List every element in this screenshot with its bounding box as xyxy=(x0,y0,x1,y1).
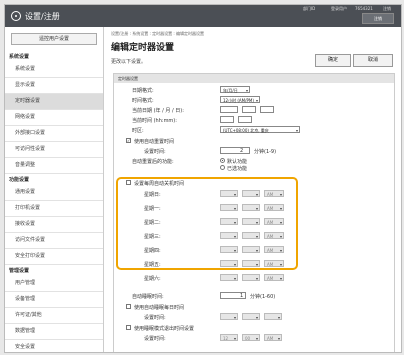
sidebar-item-volume[interactable]: 音量调整 xyxy=(5,158,103,174)
date-format-label: 日期格式: xyxy=(132,88,154,94)
time-format-select[interactable]: 12小时 (AM/PM) xyxy=(220,96,260,104)
weekday-minute-select[interactable] xyxy=(242,274,260,282)
sidebar-item-common[interactable]: 通用设置 xyxy=(5,185,103,201)
sidebar-section-title: 功能设置 xyxy=(9,177,30,183)
breadcrumb: 设置/注册 : 系统设置 : 定时器设置 : 编辑定时器设置 xyxy=(111,31,205,36)
time-format-label: 时间格式: xyxy=(132,98,154,104)
mode-time-label: 设置时间: xyxy=(144,336,166,342)
year-input[interactable] xyxy=(220,106,238,113)
mode-minute-select[interactable]: 00 xyxy=(242,334,260,342)
ok-button[interactable]: 确定 xyxy=(315,54,351,67)
sidebar-item-network[interactable]: 网络设置 xyxy=(5,110,103,126)
hour-input[interactable] xyxy=(220,116,234,123)
day-input[interactable] xyxy=(260,106,274,113)
daily-sleep-checkbox[interactable] xyxy=(126,304,131,309)
logout-text: 注销 xyxy=(383,6,391,11)
reset-time-value: 2 xyxy=(240,148,244,154)
sidebar-item-license[interactable]: 许可证/其他 xyxy=(5,308,103,324)
remote-user-settings-button[interactable]: 遥控用户设置 xyxy=(11,33,97,45)
sidebar: 遥控用户设置 系统设置 系统设置 显示设置 定时器设置 网络设置 外部接口设置 … xyxy=(5,27,104,352)
login-user-label: 登录用户 xyxy=(331,6,347,11)
sidebar-item-data-mgmt[interactable]: 数据管理 xyxy=(5,324,103,340)
reset-time-input[interactable] xyxy=(220,147,250,154)
weekday-ampm-select[interactable]: AM xyxy=(264,274,284,282)
reset-time-unit: 分钟(1-9) xyxy=(254,149,277,155)
timezone-label: 时区: xyxy=(132,128,144,134)
sidebar-section-title: 系统设置 xyxy=(9,54,30,60)
daily-minute-select[interactable] xyxy=(242,313,260,321)
auto-sleep-label: 自动睡眠时间: xyxy=(132,294,164,300)
date-format-select[interactable]: 年/月/日 xyxy=(220,86,250,94)
sidebar-item-user-mgmt[interactable]: 用户管理 xyxy=(5,276,103,292)
user-id: 7654321 xyxy=(355,6,373,11)
auto-sleep-value: 1 xyxy=(240,293,244,299)
current-time-label: 当前时间 (hh:mm): xyxy=(132,118,177,124)
sidebar-item-display[interactable]: 显示设置 xyxy=(5,78,103,94)
sidebar-section-title: 管理设置 xyxy=(9,268,30,274)
minute-input[interactable] xyxy=(238,116,252,123)
mode-exit-label: 使用睡眠模式退出时间设置 xyxy=(134,326,195,332)
sidebar-item-security[interactable]: 安全设置 xyxy=(5,340,103,352)
selected-function-label: 已选功能 xyxy=(227,166,248,172)
cancel-button[interactable]: 取消 xyxy=(353,54,393,67)
sidebar-item-file-access[interactable]: 访问文件设置 xyxy=(5,233,103,249)
daily-hour-select[interactable] xyxy=(220,313,238,321)
department-label: 部门ID xyxy=(303,6,316,11)
settings-logo-icon xyxy=(11,11,21,21)
default-function-label: 默认功能 xyxy=(227,159,248,165)
mode-ampm-select[interactable]: AM xyxy=(264,334,282,342)
after-reset-label: 自动重置后的功能: xyxy=(132,159,174,165)
page-title: 编辑定时器设置 xyxy=(111,43,175,53)
top-bar: 设置/注册 部门ID 登录用户 7654321 注销 注销 xyxy=(5,5,401,27)
daily-ampm-select[interactable] xyxy=(264,313,282,321)
weekly-shutdown-highlight xyxy=(116,177,298,270)
browser-frame: 设置/注册 部门ID 登录用户 7654321 注销 注销 遥控用户设置 系统设… xyxy=(4,4,402,353)
current-date-label: 当前日期 (年 / 月 / 日): xyxy=(132,108,184,114)
month-input[interactable] xyxy=(242,106,256,113)
panel-header: 定时器设置 xyxy=(114,74,394,83)
weekday-label: 星期六: xyxy=(144,276,161,282)
reset-time-label: 设置时间: xyxy=(144,149,166,155)
timezone-select[interactable]: (UTC+08:00) 北京, 重庆 xyxy=(220,126,300,134)
daily-time-label: 设置时间: xyxy=(144,315,166,321)
default-function-radio[interactable] xyxy=(220,158,225,163)
sidebar-item-timer[interactable]: 定时器设置 xyxy=(5,94,103,110)
sidebar-item-printer[interactable]: 打印机设置 xyxy=(5,201,103,217)
mode-exit-checkbox[interactable] xyxy=(126,325,131,330)
sidebar-item-receive[interactable]: 接收设置 xyxy=(5,217,103,233)
sidebar-item-interface[interactable]: 外部接口设置 xyxy=(5,126,103,142)
sidebar-item-secure-print[interactable]: 安全打印设置 xyxy=(5,249,103,265)
sidebar-item-device-mgmt[interactable]: 设备管理 xyxy=(5,292,103,308)
instruction-text: 更改以下设置。 xyxy=(111,59,147,65)
selected-function-radio[interactable] xyxy=(220,165,225,170)
logout-button[interactable]: 注销 xyxy=(362,13,394,24)
sidebar-item-accessibility[interactable]: 可访问性设置 xyxy=(5,142,103,158)
auto-reset-label: 使用自动重置时间 xyxy=(134,139,175,145)
sidebar-item-system[interactable]: 系统设置 xyxy=(5,62,103,78)
daily-sleep-label: 使用自动睡眠每日时间 xyxy=(134,305,185,311)
app-title: 设置/注册 xyxy=(25,12,60,21)
auto-reset-checkbox[interactable]: ✓ xyxy=(126,138,131,143)
auto-sleep-unit: 分钟(1-60) xyxy=(250,294,276,300)
weekday-hour-select[interactable] xyxy=(220,274,238,282)
mode-hour-select[interactable]: 12 xyxy=(220,334,238,342)
